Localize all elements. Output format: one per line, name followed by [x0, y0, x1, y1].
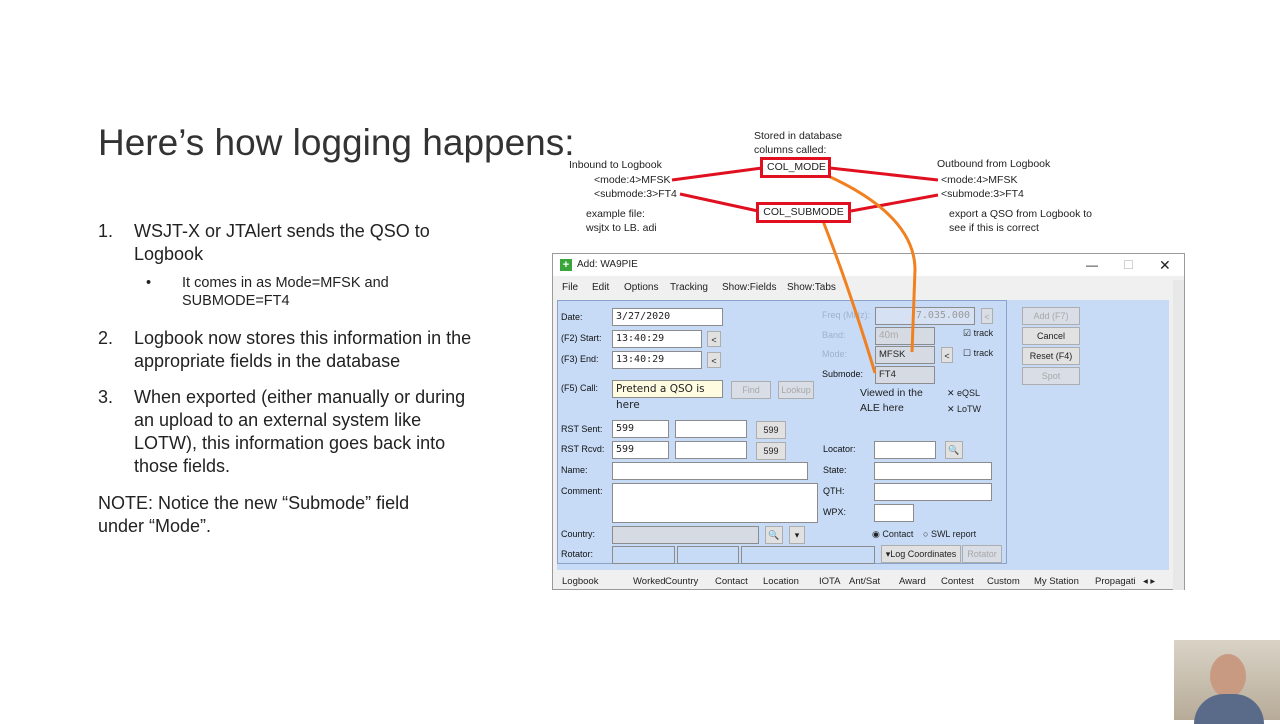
outbound-mode-line: [829, 166, 939, 182]
col-submode-box: COL_SUBMODE: [756, 202, 851, 223]
outbound-submode-line: [850, 193, 939, 213]
col-mode-box: COL_MODE: [760, 157, 831, 178]
presenter-face: [1210, 654, 1246, 698]
webcam-presenter-video: [1174, 640, 1280, 724]
inbound-submode-line: [679, 192, 759, 213]
submode-arrow: [821, 220, 877, 374]
annotation-lines: [671, 166, 939, 374]
inbound-mode-line: [671, 166, 763, 182]
